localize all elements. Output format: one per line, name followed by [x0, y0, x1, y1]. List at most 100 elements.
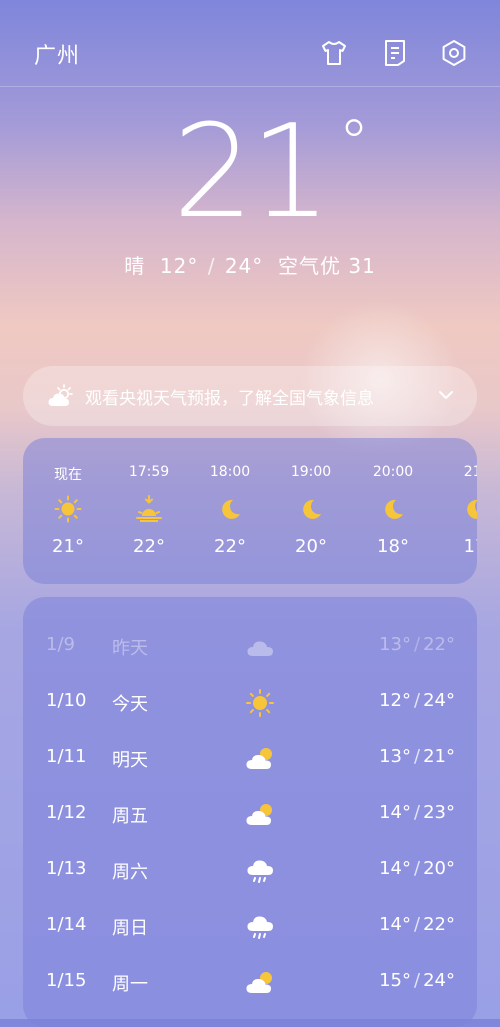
range-separator: / [207, 254, 216, 278]
day-low: 13° [379, 746, 412, 767]
day-high: 20° [423, 858, 455, 879]
today-high: 24° [224, 254, 264, 278]
hour-temp: 22° [214, 536, 246, 557]
day-name: 周五 [112, 806, 148, 827]
day-high: 21° [423, 746, 455, 767]
cloud-icon [245, 632, 275, 662]
day-temp-range: 14°/22° [379, 914, 455, 935]
hour-item: 19:00 20° [281, 438, 341, 584]
tshirt-icon[interactable] [319, 38, 349, 68]
hour-item: 21: 17 [445, 438, 477, 584]
current-temperature: 21 ° [173, 108, 370, 238]
degree-symbol: ° [338, 106, 369, 179]
settings-icon[interactable] [439, 38, 469, 68]
range-separator: / [414, 914, 421, 935]
day-low: 14° [379, 802, 412, 823]
partly-cloudy-icon [245, 800, 275, 830]
day-date: 1/9 [46, 634, 75, 655]
day-name: 昨天 [112, 638, 148, 659]
range-separator: / [414, 970, 421, 991]
day-high: 23° [423, 802, 455, 823]
partly-cloudy-icon [245, 744, 275, 774]
sun-icon [245, 688, 275, 718]
day-low: 14° [379, 914, 412, 935]
day-row[interactable]: 1/15 周一 15°/24° [23, 956, 477, 1012]
today-low: 12° [159, 254, 199, 278]
condition-label: 晴 [124, 254, 146, 278]
day-high: 24° [423, 690, 455, 711]
day-temp-range: 12°/24° [379, 690, 455, 711]
day-date: 1/12 [46, 802, 87, 823]
day-date: 1/13 [46, 858, 87, 879]
day-low: 13° [379, 634, 412, 655]
hour-item: 现在 21° [38, 438, 98, 584]
cctv-forecast-banner[interactable]: 观看央视天气预报，了解全国气象信息 [23, 366, 477, 426]
top-bar: 广州 [0, 0, 500, 87]
day-date: 1/11 [46, 746, 87, 767]
day-high: 22° [423, 634, 455, 655]
partly-cloudy-icon [245, 968, 275, 998]
temperature-value: 21 [172, 98, 332, 247]
rain-icon [245, 912, 275, 942]
day-temp-range: 14°/23° [379, 802, 455, 823]
hour-item: 18:00 22° [200, 438, 260, 584]
day-name: 周六 [112, 862, 148, 883]
day-row[interactable]: 1/9 昨天 13°/22° [23, 620, 477, 676]
rain-icon [245, 856, 275, 886]
day-low: 12° [379, 690, 412, 711]
day-name: 周日 [112, 918, 148, 939]
daily-forecast[interactable]: 1/9 昨天 13°/22° 1/10 今天 12°/24° 1/11 明天 1… [23, 597, 477, 1027]
day-row[interactable]: 1/13 周六 14°/20° [23, 844, 477, 900]
day-temp-range: 15°/24° [379, 970, 455, 991]
day-date: 1/14 [46, 914, 87, 935]
hour-time: 20:00 [372, 464, 414, 480]
day-row[interactable]: 1/14 周日 14°/22° [23, 900, 477, 956]
hourly-forecast[interactable]: 现在 21° 17:59 22° 18:00 22° 19:00 20° 20:… [23, 438, 477, 584]
hour-item: 17:59 22° [119, 438, 179, 584]
day-temp-range: 13°/21° [379, 746, 455, 767]
sun-icon [54, 495, 82, 523]
day-date: 1/15 [46, 970, 87, 991]
city-name[interactable]: 广州 [34, 38, 80, 70]
hour-time: 18:00 [209, 464, 251, 480]
range-separator: / [414, 802, 421, 823]
day-name: 周一 [112, 974, 148, 995]
current-temperature-block: 21 ° [0, 108, 500, 238]
moon-icon [297, 495, 325, 523]
day-temp-range: 14°/20° [379, 858, 455, 879]
range-separator: / [414, 746, 421, 767]
day-temp-range: 13°/22° [379, 634, 455, 655]
document-icon[interactable] [380, 38, 410, 68]
hour-temp: 22° [133, 536, 165, 557]
range-separator: / [414, 858, 421, 879]
hour-temp: 17 [463, 536, 477, 557]
hour-temp: 20° [295, 536, 327, 557]
day-name: 今天 [112, 694, 148, 715]
day-low: 14° [379, 858, 412, 879]
range-separator: / [414, 634, 421, 655]
day-row[interactable]: 1/12 周五 14°/23° [23, 788, 477, 844]
day-high: 22° [423, 914, 455, 935]
weather-summary: 晴 12° / 24° 空气优 31 [0, 250, 500, 279]
hour-temp: 21° [52, 536, 84, 557]
banner-text: 观看央视天气预报，了解全国气象信息 [85, 389, 374, 409]
partly-cloudy-icon [47, 383, 75, 409]
hour-temp: 18° [377, 536, 409, 557]
day-name: 明天 [112, 750, 148, 771]
hour-time: 21: [463, 464, 477, 480]
day-row[interactable]: 1/11 明天 13°/21° [23, 732, 477, 788]
air-quality[interactable]: 空气优 31 [278, 254, 376, 278]
hour-time: 19:00 [290, 464, 332, 480]
day-date: 1/10 [46, 690, 87, 711]
hour-time: 现在 [54, 467, 82, 483]
day-row[interactable]: 1/10 今天 12°/24° [23, 676, 477, 732]
day-low: 15° [379, 970, 412, 991]
range-separator: / [414, 690, 421, 711]
day-high: 24° [423, 970, 455, 991]
moon-icon [216, 495, 244, 523]
chevron-down-icon[interactable] [437, 386, 455, 404]
sunset-icon [135, 495, 163, 523]
moon-icon [379, 495, 407, 523]
hour-item: 20:00 18° [363, 438, 423, 584]
hour-time: 17:59 [128, 464, 170, 480]
